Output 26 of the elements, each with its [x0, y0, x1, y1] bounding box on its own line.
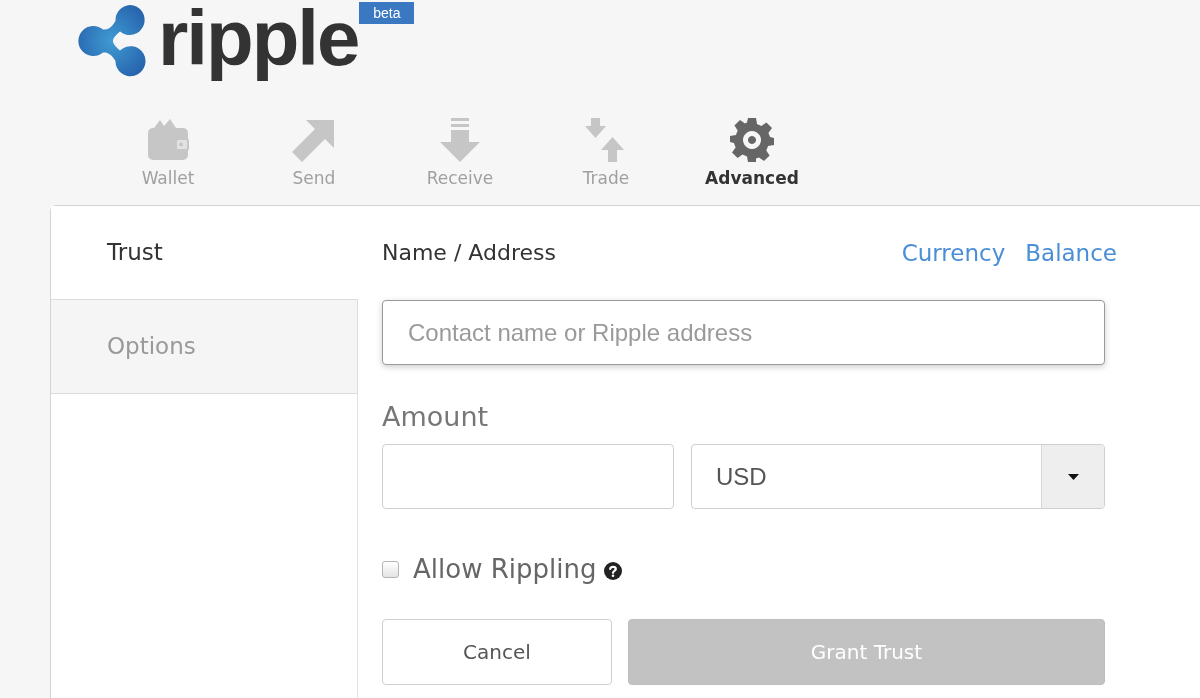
nav-item[interactable]: Receive — [387, 112, 533, 205]
checkbox[interactable] — [382, 560, 399, 578]
caret-down-icon — [1067, 473, 1079, 480]
nav-item[interactable]: Send — [241, 112, 387, 205]
nav-item[interactable]: Wallet — [95, 112, 241, 205]
field-label: Amount — [382, 401, 489, 433]
beta-badge: beta — [359, 2, 415, 24]
amount-input[interactable] — [382, 444, 674, 509]
sort-link[interactable]: Balance — [1025, 239, 1117, 267]
download-arrow-icon — [438, 118, 482, 162]
sort-link[interactable]: Currency — [901, 239, 1006, 267]
sidebar-tab[interactable]: Options — [51, 300, 358, 394]
nav-item[interactable]: Trade — [533, 112, 679, 205]
cancel-button[interactable]: Cancel — [382, 619, 612, 685]
currency-select[interactable]: USD — [691, 444, 1105, 509]
nav-item[interactable]: Advanced — [679, 112, 825, 205]
checkbox-label: Allow Rippling — [413, 553, 597, 585]
logo-wordmark: ripple — [158, 0, 359, 84]
help-icon[interactable] — [604, 562, 623, 580]
field-label: Name / Address — [382, 239, 556, 267]
gear-icon — [730, 118, 774, 162]
logo-icon — [75, 4, 146, 78]
address-input[interactable]: Contact name or Ripple address — [382, 300, 1105, 365]
wallet-icon — [146, 118, 190, 162]
arrow-up-right-icon — [292, 118, 336, 162]
sidebar-tab[interactable]: Trust — [51, 206, 358, 300]
